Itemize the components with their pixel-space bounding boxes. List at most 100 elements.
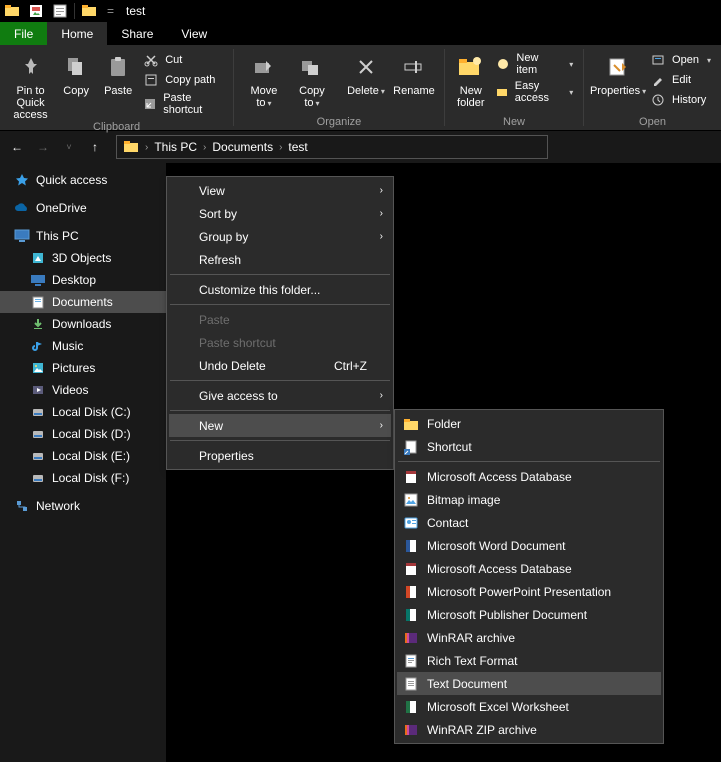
sidebar-thispc[interactable]: This PC	[0, 225, 166, 247]
sidebar-item-local-disk-d-[interactable]: Local Disk (D:)	[0, 423, 166, 445]
sidebar-quickaccess-label: Quick access	[36, 173, 107, 187]
new-folder[interactable]: Folder	[397, 412, 661, 435]
ctx-sortby-label: Sort by	[199, 207, 237, 221]
new-text-document[interactable]: Text Document	[397, 672, 661, 695]
chevron-right-icon: ›	[380, 208, 383, 219]
ctx-view[interactable]: View›	[169, 179, 391, 202]
rename-button[interactable]: Rename	[390, 47, 438, 97]
moveto-icon	[248, 51, 280, 83]
edit-button[interactable]: Edit	[646, 71, 715, 89]
ribbon-group-clipboard: Pin to Quick access Copy Paste Cut Copy …	[0, 45, 233, 130]
new-winrar-archive[interactable]: WinRAR archive	[397, 626, 661, 649]
sidebar-item-3d-objects[interactable]: 3D Objects	[0, 247, 166, 269]
new-microsoft-word-document[interactable]: Microsoft Word Document	[397, 534, 661, 557]
window-title: test	[126, 4, 145, 18]
copyto-button[interactable]: Copy to▾	[288, 47, 336, 110]
newfolder-button[interactable]: New folder	[451, 47, 491, 109]
sidebar-item-label: Local Disk (C:)	[52, 405, 131, 419]
ctx-sortby[interactable]: Sort by ›	[169, 202, 391, 225]
newfolder-icon	[455, 51, 487, 83]
nav-forward-button[interactable]: →	[32, 136, 54, 158]
copypath-button[interactable]: Copy path	[139, 71, 227, 89]
filetype-icon	[403, 439, 419, 455]
ctx-paste-label: Paste	[199, 313, 230, 327]
new-item-label: Microsoft Publisher Document	[427, 608, 587, 622]
new-microsoft-excel-worksheet[interactable]: Microsoft Excel Worksheet	[397, 695, 661, 718]
easyaccess-button[interactable]: Easy access▾	[491, 79, 577, 105]
new-microsoft-powerpoint-presentation[interactable]: Microsoft PowerPoint Presentation	[397, 580, 661, 603]
history-button[interactable]: History	[646, 91, 715, 109]
crumb-thispc[interactable]: This PC	[148, 140, 203, 154]
ctx-giveaccess[interactable]: Give access to›	[169, 384, 391, 407]
new-rich-text-format[interactable]: Rich Text Format	[397, 649, 661, 672]
newitem-button[interactable]: New item▾	[491, 51, 577, 77]
open-icon	[650, 52, 666, 68]
delete-button[interactable]: Delete▾	[342, 47, 390, 98]
pin-icon	[15, 51, 47, 83]
ctx-pasteshortcut: Paste shortcut	[169, 331, 391, 354]
sidebar-item-local-disk-e-[interactable]: Local Disk (E:)	[0, 445, 166, 467]
new-bitmap-image[interactable]: Bitmap image	[397, 488, 661, 511]
pin-quickaccess-button[interactable]: Pin to Quick access	[6, 47, 55, 121]
sidebar-network[interactable]: Network	[0, 495, 166, 517]
tab-share[interactable]: Share	[107, 22, 167, 45]
address-bar[interactable]: › This PC › Documents › test	[116, 135, 548, 159]
title-bar: = test	[0, 0, 721, 22]
sidebar-onedrive[interactable]: OneDrive	[0, 197, 166, 219]
new-group-label: New	[503, 116, 525, 130]
new-winrar-zip-archive[interactable]: WinRAR ZIP archive	[397, 718, 661, 741]
nav-back-button[interactable]: ←	[6, 136, 28, 158]
tab-view[interactable]: View	[167, 22, 221, 45]
sidebar-quickaccess[interactable]: Quick access	[0, 169, 166, 191]
sidebar-item-label: Local Disk (F:)	[52, 471, 129, 485]
ctx-undo[interactable]: Undo DeleteCtrl+Z	[169, 354, 391, 377]
network-icon	[14, 498, 30, 514]
new-item-label: WinRAR archive	[427, 631, 515, 645]
ctx-separator	[170, 440, 390, 441]
sidebar-item-label: Desktop	[52, 273, 96, 287]
paste-label: Paste	[104, 85, 132, 97]
new-item-label: Shortcut	[427, 440, 472, 454]
nav-recent-button[interactable]: ˅	[58, 136, 80, 158]
crumb-documents[interactable]: Documents	[206, 140, 279, 154]
pasteshortcut-button[interactable]: Paste shortcut	[139, 91, 227, 117]
moveto-button[interactable]: Move to▾	[240, 47, 288, 110]
new-microsoft-access-database[interactable]: Microsoft Access Database	[397, 465, 661, 488]
sidebar-item-downloads[interactable]: Downloads	[0, 313, 166, 335]
cut-button[interactable]: Cut	[139, 51, 227, 69]
tab-home[interactable]: Home	[47, 22, 107, 45]
ribbon-group-organize: Move to▾ Copy to▾ Delete▾ Rename Organiz…	[234, 45, 444, 130]
sidebar-item-videos[interactable]: Videos	[0, 379, 166, 401]
new-shortcut[interactable]: Shortcut	[397, 435, 661, 458]
new-microsoft-access-database[interactable]: Microsoft Access Database	[397, 557, 661, 580]
ctx-refresh[interactable]: Refresh	[169, 248, 391, 271]
cloud-icon	[14, 200, 30, 216]
copy-button[interactable]: Copy	[55, 47, 97, 97]
new-submenu: FolderShortcutMicrosoft Access DatabaseB…	[394, 409, 664, 744]
ctx-refresh-label: Refresh	[199, 253, 241, 267]
sidebar-item-desktop[interactable]: Desktop	[0, 269, 166, 291]
ctx-view-label: View	[199, 184, 225, 198]
pasteshortcut-label: Paste shortcut	[163, 92, 223, 116]
ctx-customize[interactable]: Customize this folder...	[169, 278, 391, 301]
sidebar-item-music[interactable]: Music	[0, 335, 166, 357]
rename-icon	[398, 51, 430, 83]
paste-button[interactable]: Paste	[97, 47, 139, 97]
new-contact[interactable]: Contact	[397, 511, 661, 534]
sidebar-item-local-disk-f-[interactable]: Local Disk (F:)	[0, 467, 166, 489]
ctx-groupby[interactable]: Group by›	[169, 225, 391, 248]
open-button[interactable]: Open▾	[646, 51, 715, 69]
crumb-test[interactable]: test	[282, 140, 313, 154]
nav-up-button[interactable]: ↑	[84, 136, 106, 158]
save-icon[interactable]	[28, 3, 44, 19]
new-microsoft-publisher-document[interactable]: Microsoft Publisher Document	[397, 603, 661, 626]
properties-shortcut-icon[interactable]	[52, 3, 68, 19]
ctx-properties[interactable]: Properties	[169, 444, 391, 467]
sidebar-item-pictures[interactable]: Pictures	[0, 357, 166, 379]
properties-button[interactable]: Properties▾	[590, 47, 646, 98]
sidebar-item-local-disk-c-[interactable]: Local Disk (C:)	[0, 401, 166, 423]
sidebar-item-documents[interactable]: Documents	[0, 291, 166, 313]
tab-file[interactable]: File	[0, 22, 47, 45]
ctx-new[interactable]: New›	[169, 414, 391, 437]
sidebar-item-icon	[30, 250, 46, 266]
